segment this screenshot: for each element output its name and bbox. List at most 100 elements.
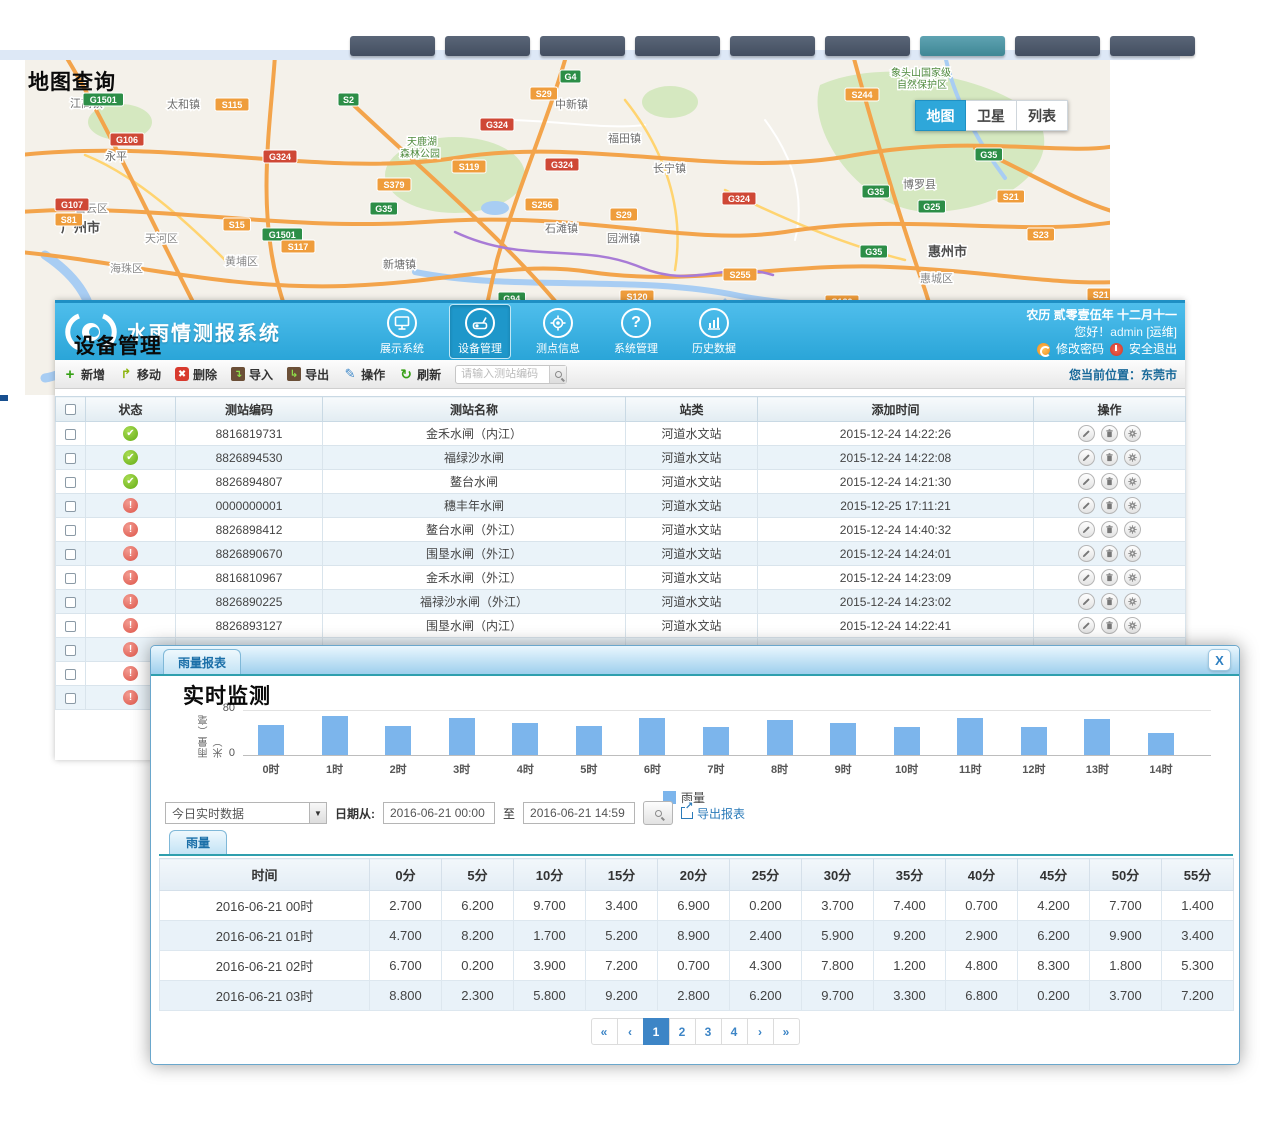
gear-row-button[interactable] [1124, 617, 1141, 634]
row-checkbox[interactable] [65, 501, 76, 512]
row-checkbox[interactable] [65, 645, 76, 656]
export-button[interactable]: ↳导出 [287, 366, 329, 383]
browser-tab[interactable] [540, 36, 625, 56]
gear-row-button[interactable] [1124, 473, 1141, 490]
edit-row-button[interactable] [1078, 593, 1095, 610]
added-time: 2015-12-24 14:22:41 [758, 614, 1034, 638]
road-shield-label: S117 [288, 242, 309, 252]
row-checkbox[interactable] [65, 597, 76, 608]
trash-row-button[interactable] [1101, 545, 1118, 562]
edit-row-button[interactable] [1078, 521, 1095, 538]
rainfall-bar [576, 726, 602, 755]
trash-row-button[interactable] [1101, 425, 1118, 442]
row-checkbox[interactable] [65, 693, 76, 704]
row-operations [1034, 566, 1186, 590]
select-all-checkbox[interactable] [65, 404, 76, 415]
edit-row-button[interactable] [1078, 569, 1095, 586]
browser-tab[interactable] [825, 36, 910, 56]
gear-row-button[interactable] [1124, 569, 1141, 586]
row-checkbox[interactable] [65, 477, 76, 488]
page-button-4[interactable]: 4 [721, 1018, 748, 1045]
trash-row-button[interactable] [1101, 569, 1118, 586]
map-type-button-0[interactable]: 地图 [915, 100, 966, 131]
tab-rainfall-report[interactable]: 雨量报表 [163, 649, 241, 674]
logout-link[interactable]: 安全退出 [1129, 341, 1177, 358]
operate-button[interactable]: ✎操作 [343, 366, 385, 383]
edit-row-button[interactable] [1078, 545, 1095, 562]
refresh-button[interactable]: ↻刷新 [399, 366, 441, 383]
station-search-input[interactable] [461, 368, 549, 380]
rain-value: 7.400 [874, 891, 946, 921]
data-mode-select[interactable]: 今日实时数据 ▼ [165, 802, 327, 824]
browser-tab[interactable] [445, 36, 530, 56]
trash-row-button[interactable] [1101, 521, 1118, 538]
row-checkbox[interactable] [65, 549, 76, 560]
rain-value: 3.300 [874, 981, 946, 1011]
rain-value: 7.200 [1162, 981, 1234, 1011]
trash-row-button[interactable] [1101, 593, 1118, 610]
edit-row-button[interactable] [1078, 497, 1095, 514]
browser-tab[interactable] [635, 36, 720, 56]
edit-row-button[interactable] [1078, 617, 1095, 634]
gear-row-button[interactable] [1124, 545, 1141, 562]
browser-tab[interactable] [1110, 36, 1195, 56]
row-checkbox[interactable] [65, 429, 76, 440]
current-location-text: 您当前位置：东莞市 [1069, 366, 1177, 383]
export-report-link[interactable]: 导出报表 [681, 805, 745, 822]
date-from-input[interactable] [383, 802, 495, 824]
add-button[interactable]: +新增 [63, 366, 105, 383]
browser-tab[interactable] [350, 36, 435, 56]
tab-rainfall[interactable]: 雨量 [169, 830, 227, 854]
chevron-down-icon: ▼ [309, 803, 326, 823]
gear-row-button[interactable] [1124, 497, 1141, 514]
query-button[interactable] [643, 801, 673, 825]
rain-value: 6.200 [1018, 921, 1090, 951]
trash-row-button[interactable] [1101, 617, 1118, 634]
nav-item-device-management[interactable]: 设备管理 [449, 304, 511, 359]
page-button-3[interactable]: 3 [695, 1018, 722, 1045]
nav-item-display-system[interactable]: 展示系统 [371, 304, 433, 359]
gear-row-button[interactable] [1124, 449, 1141, 466]
page-button-1[interactable]: 1 [643, 1018, 670, 1045]
edit-row-button[interactable] [1078, 473, 1095, 490]
page-button-‹[interactable]: ‹ [617, 1018, 644, 1045]
x-tick-label: 2时 [390, 761, 407, 777]
close-icon[interactable]: X [1208, 649, 1231, 671]
page-button-«[interactable]: « [591, 1018, 618, 1045]
edit-row-button[interactable] [1078, 449, 1095, 466]
row-checkbox[interactable] [65, 453, 76, 464]
import-button[interactable]: ↴导入 [231, 366, 273, 383]
nav-item-history-data[interactable]: 历史数据 [683, 304, 745, 359]
move-button[interactable]: ↱移动 [119, 366, 161, 383]
page-button-»[interactable]: » [773, 1018, 800, 1045]
trash-row-button[interactable] [1101, 497, 1118, 514]
delete-button[interactable]: ✖删除 [175, 366, 217, 383]
row-checkbox[interactable] [65, 573, 76, 584]
nav-item-system-management[interactable]: ? 系统管理 [605, 304, 667, 359]
rainfall-bar [830, 723, 856, 755]
gear-row-button[interactable] [1124, 593, 1141, 610]
date-to-input[interactable] [523, 802, 635, 824]
browser-tab[interactable] [1015, 36, 1100, 56]
browser-tab[interactable] [730, 36, 815, 56]
page-button-2[interactable]: 2 [669, 1018, 696, 1045]
device-table-row: ! 8826898412 鳌台水闸（外江） 河道水文站 2015-12-24 1… [56, 518, 1186, 542]
change-password-link[interactable]: 修改密码 [1056, 341, 1104, 358]
nav-item-station-info[interactable]: 测点信息 [527, 304, 589, 359]
gear-row-button[interactable] [1124, 425, 1141, 442]
map-type-button-1[interactable]: 卫星 [966, 100, 1017, 131]
page-button-›[interactable]: › [747, 1018, 774, 1045]
added-time: 2015-12-24 14:21:30 [758, 470, 1034, 494]
trash-row-button[interactable] [1101, 449, 1118, 466]
gear-row-button[interactable] [1124, 521, 1141, 538]
row-checkbox[interactable] [65, 525, 76, 536]
search-button[interactable] [549, 366, 566, 383]
edit-row-button[interactable] [1078, 425, 1095, 442]
map-place-label: 惠城区 [920, 271, 953, 285]
browser-tab[interactable] [920, 36, 1005, 56]
row-checkbox[interactable] [65, 669, 76, 680]
road-shield-label: S21 [1003, 192, 1019, 202]
trash-row-button[interactable] [1101, 473, 1118, 490]
map-type-button-2[interactable]: 列表 [1017, 100, 1068, 131]
row-checkbox[interactable] [65, 621, 76, 632]
